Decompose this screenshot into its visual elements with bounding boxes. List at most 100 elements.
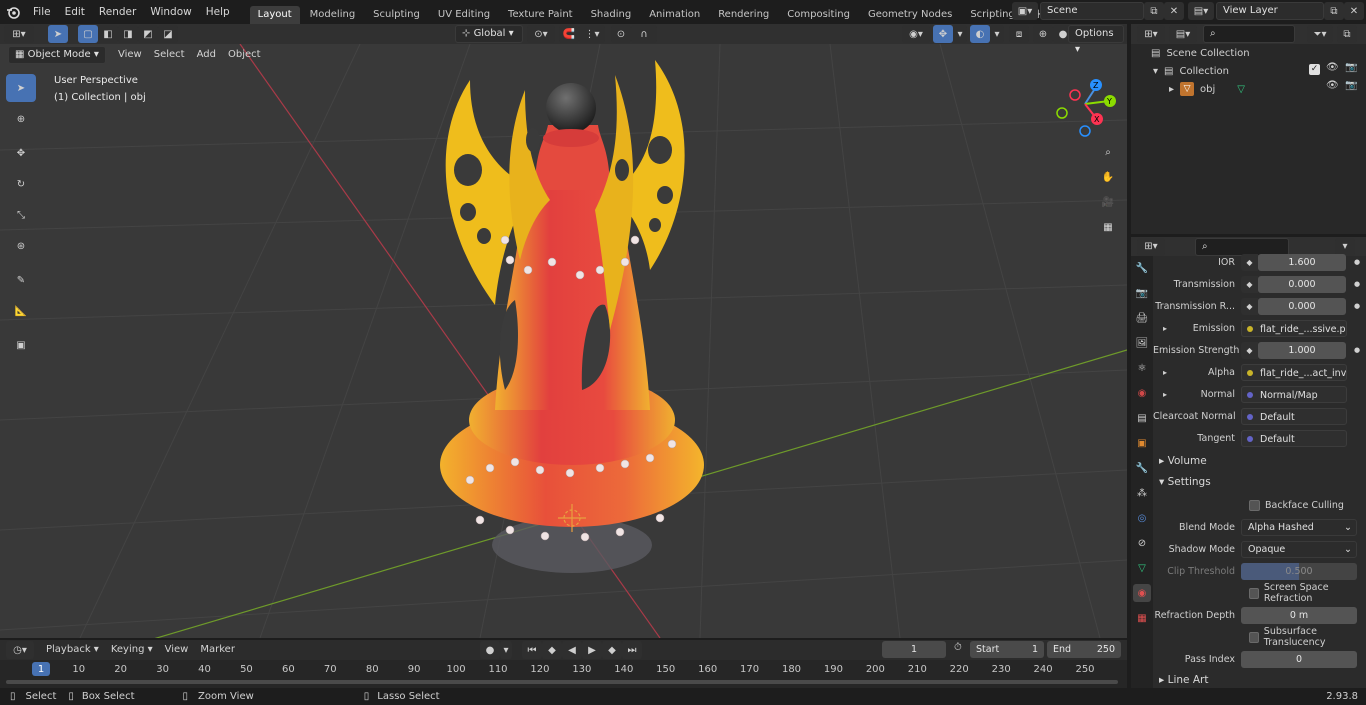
collection-tab-icon[interactable]: ▤ <box>1133 409 1151 427</box>
overlay-options-icon[interactable]: ▾ <box>990 25 1004 43</box>
play-icon[interactable]: ▶ <box>582 641 602 659</box>
view-layer-icon[interactable]: ▤▾ <box>1188 2 1214 20</box>
object-tab-icon[interactable]: ▣ <box>1133 434 1151 452</box>
view-layer-name-field[interactable]: View Layer <box>1216 2 1324 20</box>
collection-checkbox-icon[interactable]: ✓ <box>1309 64 1320 75</box>
menu-window[interactable]: Window <box>143 0 198 24</box>
physics-tab-icon[interactable]: ◎ <box>1133 509 1151 527</box>
snap-toggle-icon[interactable]: 🧲 <box>559 25 579 43</box>
measure-tool-icon[interactable]: 📐 <box>6 297 36 325</box>
view-layer-tab-icon[interactable]: 🖼 <box>1133 334 1151 352</box>
tab-texture-paint[interactable]: Texture Paint <box>500 6 581 24</box>
shader-input-link[interactable]: Default <box>1241 407 1347 425</box>
xray-toggle-icon[interactable]: ⧈ <box>1009 25 1029 43</box>
3d-viewport[interactable]: User Perspective (1) Collection | obj Z … <box>0 44 1127 638</box>
tab-uv-editing[interactable]: UV Editing <box>430 6 498 24</box>
current-frame-field[interactable]: 1 <box>882 641 946 658</box>
keyframe-dot-icon[interactable]: ● <box>1354 280 1360 288</box>
scene-icon[interactable]: ▣▾ <box>1012 2 1038 20</box>
expand-arrow-icon[interactable]: ▸ <box>1169 84 1174 95</box>
volume-section[interactable]: ▸ Volume <box>1153 451 1366 471</box>
preview-range-icon[interactable]: ⏱ <box>954 642 962 653</box>
material-tab-icon[interactable]: ◉ <box>1133 584 1151 602</box>
blender-logo-icon[interactable] <box>0 0 26 24</box>
expand-arrow-icon[interactable]: ▾ <box>1153 66 1158 77</box>
outliner-row-scene-collection[interactable]: ▤ Scene Collection <box>1131 44 1366 62</box>
extend-selection-icon[interactable]: ◧ <box>98 25 118 43</box>
particles-tab-icon[interactable]: ⁂ <box>1133 484 1151 502</box>
data-tab-icon[interactable]: ▽ <box>1133 559 1151 577</box>
screen-space-refraction-row[interactable]: Screen Space Refraction <box>1153 582 1366 604</box>
subsurface-translucency-checkbox[interactable] <box>1249 631 1259 643</box>
new-collection-icon[interactable]: ⧉ <box>1337 25 1357 43</box>
shader-input-link[interactable]: Default <box>1241 429 1347 447</box>
filter-icon[interactable]: ⏷▾ <box>1307 25 1333 43</box>
snap-target-icon[interactable]: ⋮▾ <box>579 25 605 43</box>
world-tab-icon[interactable]: ◉ <box>1133 384 1151 402</box>
menu-file[interactable]: File <box>26 0 58 24</box>
pass-index-field[interactable]: 0 <box>1241 650 1357 668</box>
display-mode-icon[interactable]: ▤▾ <box>1169 25 1197 43</box>
socket-icon[interactable]: ◆ <box>1241 341 1258 359</box>
texture-tab-icon[interactable]: ▦ <box>1133 609 1151 627</box>
output-tab-icon[interactable]: 🖨 <box>1133 309 1151 327</box>
menu-object[interactable]: Object <box>222 46 267 64</box>
menu-keying[interactable]: Keying ▾ <box>105 641 159 659</box>
shadow-mode-dropdown[interactable]: Opaque ⌄ <box>1241 540 1357 558</box>
menu-playback[interactable]: Playback ▾ <box>40 641 105 659</box>
collection-visibility-icon[interactable]: 👁 <box>1326 62 1339 73</box>
menu-help[interactable]: Help <box>199 0 237 24</box>
wireframe-shading-icon[interactable]: ⊕ <box>1033 25 1053 43</box>
outliner-row-collection[interactable]: ▾ ▤ Collection ✓ 👁 📷 <box>1131 62 1366 80</box>
tab-animation[interactable]: Animation <box>641 6 708 24</box>
keyframe-dot-icon[interactable]: ● <box>1354 258 1360 266</box>
socket-icon[interactable]: ◆ <box>1241 297 1258 315</box>
object-visibility-icon[interactable]: 👁 <box>1326 80 1339 91</box>
select-box-tool-icon[interactable]: ➤ <box>6 74 36 102</box>
subtract-selection-icon[interactable]: ◨ <box>118 25 138 43</box>
scene-tab-icon[interactable]: ⚛ <box>1133 359 1151 377</box>
pivot-point-icon[interactable]: ⊙▾ <box>527 25 555 43</box>
expand-arrow-icon[interactable]: ▸ <box>1163 368 1167 377</box>
move-tool-icon[interactable]: ✥ <box>6 139 36 167</box>
shader-input-value[interactable]: 0.000 <box>1258 297 1346 315</box>
jump-start-icon[interactable]: ⏮ <box>522 641 542 659</box>
expand-arrow-icon[interactable]: ▸ <box>1163 390 1167 399</box>
menu-edit[interactable]: Edit <box>58 0 92 24</box>
menu-add[interactable]: Add <box>191 46 222 64</box>
delete-view-layer-icon[interactable]: ✕ <box>1344 2 1364 20</box>
object-render-icon[interactable]: 📷 <box>1345 80 1357 91</box>
editor-type-icon[interactable]: ⊞▾ <box>4 25 34 43</box>
shader-input-link[interactable]: Normal/Map <box>1241 385 1347 403</box>
annotate-tool-icon[interactable]: ✎ <box>6 266 36 294</box>
pan-hand-icon[interactable]: ✋ <box>1097 166 1119 188</box>
overlay-toggle-icon[interactable]: ◐ <box>970 25 990 43</box>
socket-icon[interactable]: ◆ <box>1241 253 1258 271</box>
proportional-falloff-icon[interactable]: ∩ <box>631 25 657 43</box>
navigation-gizmo[interactable]: Z Y X <box>1052 74 1122 140</box>
collection-render-icon[interactable]: 📷 <box>1345 62 1357 73</box>
tab-rendering[interactable]: Rendering <box>710 6 777 24</box>
refraction-depth-field[interactable]: 0 m <box>1241 606 1357 624</box>
mesh-data-icon[interactable]: ▽ <box>1237 84 1245 95</box>
menu-timeline-view[interactable]: View <box>159 641 195 659</box>
camera-view-icon[interactable]: 🎥 <box>1097 191 1119 213</box>
visibility-icon[interactable]: ◉▾ <box>902 25 930 43</box>
add-cube-tool-icon[interactable]: ▣ <box>6 331 36 359</box>
proportional-edit-icon[interactable]: ⊙ <box>611 25 631 43</box>
socket-icon[interactable]: ◆ <box>1241 275 1258 293</box>
ortho-grid-icon[interactable]: ▦ <box>1097 216 1119 238</box>
prev-keyframe-icon[interactable]: ◆ <box>542 641 562 659</box>
scale-tool-icon[interactable]: ⤡ <box>6 201 36 229</box>
record-icon[interactable]: ● <box>480 641 500 659</box>
clip-threshold-slider[interactable]: 0.500 <box>1241 562 1357 580</box>
tab-sculpting[interactable]: Sculpting <box>365 6 428 24</box>
keyframe-dot-icon[interactable]: ● <box>1354 302 1360 310</box>
gizmo-toggle-icon[interactable]: ✥ <box>933 25 953 43</box>
set-selection-icon[interactable]: ▢ <box>78 25 98 43</box>
render-tab-icon[interactable]: 📷 <box>1133 284 1151 302</box>
menu-view[interactable]: View <box>112 46 148 64</box>
tab-layout[interactable]: Layout <box>249 6 300 24</box>
next-keyframe-icon[interactable]: ◆ <box>602 641 622 659</box>
keyframe-dot-icon[interactable]: ● <box>1354 346 1360 354</box>
